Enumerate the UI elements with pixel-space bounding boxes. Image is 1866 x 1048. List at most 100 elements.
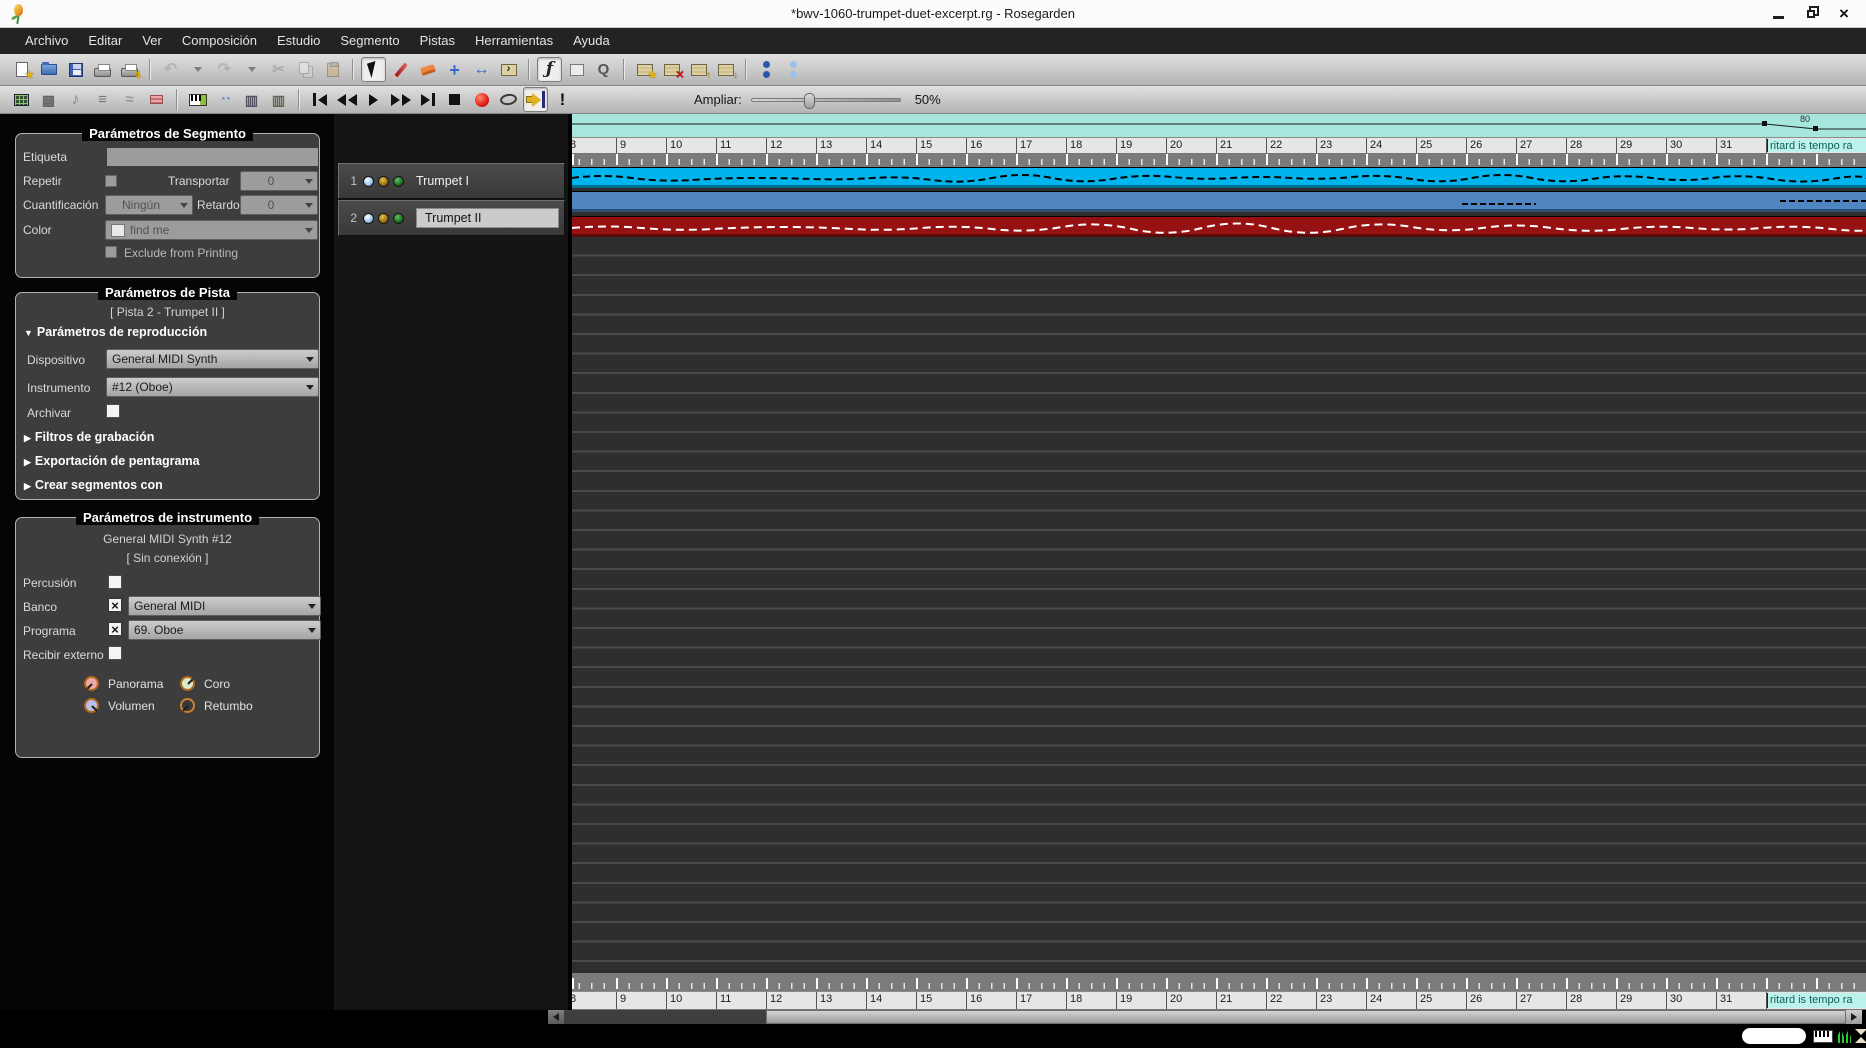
save-file-button[interactable] <box>63 57 88 82</box>
beat-ruler-bottom[interactable] <box>572 973 1866 991</box>
rewind-button[interactable] <box>334 87 359 112</box>
menu-composicion[interactable]: Composición <box>172 28 267 54</box>
zoom-slider-handle[interactable] <box>804 93 815 109</box>
track-solo-led-icon[interactable] <box>393 176 404 187</box>
paste-button[interactable] <box>320 57 345 82</box>
erase-tool-button[interactable] <box>415 57 440 82</box>
program-dropdown[interactable]: 69. Oboe <box>128 620 321 640</box>
open-percussion-matrix-button[interactable]: ▩ <box>36 87 61 112</box>
receive-external-checkbox[interactable] <box>108 646 122 660</box>
instrument-dropdown[interactable]: #12 (Oboe) <box>106 377 319 397</box>
fast-forward-button[interactable] <box>388 87 413 112</box>
panic-button[interactable]: ! <box>550 87 575 112</box>
segment-trumpet2[interactable] <box>572 216 1866 237</box>
add-track-button[interactable]: ★ <box>632 57 657 82</box>
scrollbar-thumb[interactable] <box>766 1010 1846 1024</box>
move-tool-button[interactable]: + <box>442 57 467 82</box>
mute-track-button[interactable] <box>754 57 779 82</box>
menu-ver[interactable]: Ver <box>132 28 172 54</box>
exclude-printing-checkbox[interactable] <box>105 246 117 258</box>
device-dropdown[interactable]: General MIDI Synth <box>106 349 319 369</box>
open-matrix-editor-button[interactable] <box>9 87 34 112</box>
new-file-button[interactable]: ★ <box>9 57 34 82</box>
print-preview-button[interactable]: ↯ <box>117 57 142 82</box>
rewind-to-beginning-button[interactable] <box>307 87 332 112</box>
split-tool-button[interactable]: › <box>496 57 521 82</box>
loop-button[interactable] <box>496 87 521 112</box>
marker-ritard[interactable]: ritard is tempo ra <box>1767 139 1866 152</box>
record-filters-header[interactable]: ▶Filtros de grabación <box>24 430 154 444</box>
horizontal-scrollbar[interactable] <box>548 1010 1862 1024</box>
beat-ruler-top[interactable] <box>572 154 1866 167</box>
scroll-left-button[interactable] <box>548 1010 564 1024</box>
retumbo-knob[interactable] <box>180 698 195 713</box>
track-name[interactable]: Trumpet II <box>416 208 559 228</box>
segment-middle[interactable] <box>572 191 1866 212</box>
bank-dropdown[interactable]: General MIDI <box>128 596 321 616</box>
segment-trumpet1[interactable] <box>572 167 1866 188</box>
draw-tool-button[interactable] <box>388 57 413 82</box>
move-track-up-button[interactable]: ↑ <box>686 57 711 82</box>
manage-midi-devices-button[interactable] <box>185 87 210 112</box>
select-tool-button[interactable] <box>361 57 386 82</box>
empty-track-lanes[interactable] <box>572 237 1866 973</box>
bar-ruler-bottom[interactable]: ritard is tempo ra 891011121314151617181… <box>572 991 1866 1010</box>
menu-editar[interactable]: Editar <box>78 28 132 54</box>
notation-editor-button[interactable]: ƒ <box>537 57 562 82</box>
bank-enable-checkbox[interactable]: × <box>108 598 122 612</box>
panorama-knob[interactable] <box>84 676 99 691</box>
redo-button[interactable]: ↷ <box>212 57 237 82</box>
menu-ayuda[interactable]: Ayuda <box>563 28 620 54</box>
quantize-button[interactable]: Q <box>591 57 616 82</box>
playback-section-header[interactable]: ▼Parámetros de reproducción <box>24 325 207 339</box>
staff-export-header[interactable]: ▶Exportación de pentagrama <box>24 454 200 468</box>
delete-track-button[interactable]: × <box>659 57 684 82</box>
quantize-dropdown[interactable]: Ningún <box>105 195 193 215</box>
undo-button[interactable]: ↶ <box>158 57 183 82</box>
open-audio-editor-button[interactable]: ≈ <box>117 87 142 112</box>
volumen-knob[interactable] <box>84 698 99 713</box>
synth-plugin-manager-button[interactable]: ▥ <box>266 87 291 112</box>
play-button[interactable] <box>361 87 386 112</box>
midi-mixer-button[interactable]: ▥ <box>239 87 264 112</box>
menu-estudio[interactable]: Estudio <box>267 28 330 54</box>
record-button[interactable] <box>469 87 494 112</box>
transpose-dropdown[interactable]: 0 <box>240 171 318 191</box>
open-event-list-button[interactable]: ≡ <box>90 87 115 112</box>
print-button[interactable] <box>90 57 115 82</box>
close-button[interactable]: × <box>1836 6 1852 22</box>
menu-archivo[interactable]: Archivo <box>15 28 78 54</box>
undo-dropdown[interactable] <box>185 57 210 82</box>
move-track-down-button[interactable]: ↓ <box>713 57 738 82</box>
menu-pistas[interactable]: Pistas <box>410 28 465 54</box>
restore-button[interactable] <box>1803 6 1819 22</box>
color-dropdown[interactable]: find me <box>105 220 318 240</box>
matrix-range-button[interactable] <box>564 57 589 82</box>
menu-herramientas[interactable]: Herramientas <box>465 28 563 54</box>
track-record-led-icon[interactable] <box>378 176 389 187</box>
menu-segmento[interactable]: Segmento <box>330 28 409 54</box>
goto-marker-button[interactable] <box>523 87 548 112</box>
stop-button[interactable] <box>442 87 467 112</box>
minimize-button[interactable] <box>1770 6 1786 22</box>
copy-button[interactable] <box>293 57 318 82</box>
archive-checkbox[interactable] <box>106 404 120 418</box>
delay-dropdown[interactable]: 0 <box>240 195 318 215</box>
solo-track-button[interactable] <box>781 57 806 82</box>
bar-ruler-top[interactable]: ritard is tempo ra 891011121314151617181… <box>572 137 1866 154</box>
coro-knob[interactable] <box>180 676 195 691</box>
resize-tool-button[interactable]: ↔ <box>469 57 494 82</box>
segment-canvas[interactable]: 80 ritard is tempo ra 891011121314151617… <box>570 114 1866 1010</box>
cut-button[interactable]: ✂ <box>266 57 291 82</box>
fast-forward-to-end-button[interactable] <box>415 87 440 112</box>
audio-mixer-button[interactable]: ◔◔ <box>212 87 237 112</box>
create-segments-header[interactable]: ▶Crear segmentos con <box>24 478 163 492</box>
track-mute-led-icon[interactable] <box>363 176 374 187</box>
redo-dropdown[interactable] <box>239 57 264 82</box>
track-solo-led-icon[interactable] <box>393 213 404 224</box>
open-file-button[interactable] <box>36 57 61 82</box>
marker-ritard[interactable]: ritard is tempo ra <box>1767 993 1866 1008</box>
track-mute-led-icon[interactable] <box>363 213 374 224</box>
repeat-checkbox[interactable] <box>105 175 117 187</box>
segment-label-input[interactable] <box>107 148 318 166</box>
